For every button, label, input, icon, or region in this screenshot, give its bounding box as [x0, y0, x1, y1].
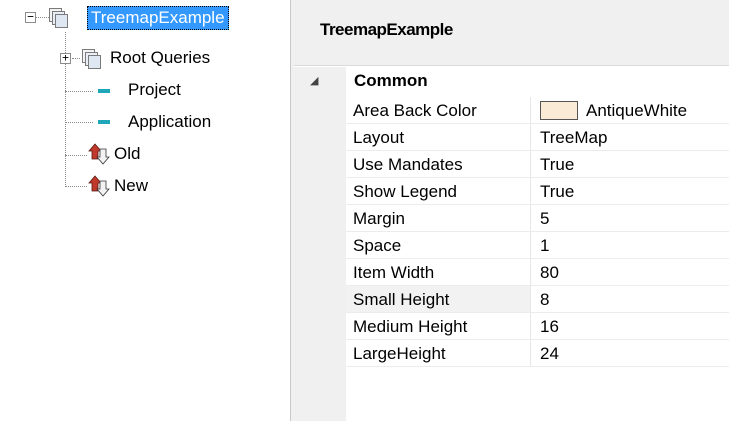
tree-node-label: Old — [114, 144, 141, 163]
up-down-arrows-icon — [88, 143, 110, 165]
property-panel: TreemapExample ◢ Common Area Back Color … — [294, 0, 729, 421]
tree-connector — [65, 122, 93, 123]
property-row-area-back-color[interactable]: Area Back Color AntiqueWhite — [346, 97, 729, 124]
root-queries-expand-toggle[interactable]: + — [60, 51, 71, 64]
teal-dash-icon — [98, 120, 110, 124]
property-row-space[interactable]: Space 1 — [346, 232, 729, 259]
property-row-large-height[interactable]: LargeHeight 24 — [346, 340, 729, 367]
property-row-show-legend[interactable]: Show Legend True — [346, 178, 729, 205]
property-panel-title: TreemapExample — [320, 20, 453, 39]
minus-icon: − — [27, 10, 34, 23]
tree-node-label: Project — [128, 80, 181, 99]
property-value[interactable]: TreeMap — [531, 124, 729, 151]
property-value[interactable]: 5 — [531, 205, 729, 232]
property-panel-header: TreemapExample — [294, 0, 729, 66]
property-name: Margin — [346, 205, 531, 232]
property-value[interactable]: True — [531, 178, 729, 205]
teal-dash-icon — [98, 89, 110, 93]
property-value[interactable]: 24 — [531, 340, 729, 367]
category-label: Common — [354, 71, 428, 90]
property-name: Space — [346, 232, 531, 259]
property-row-layout[interactable]: Layout TreeMap — [346, 124, 729, 151]
property-value[interactable]: 80 — [531, 259, 729, 286]
tree-connector — [65, 186, 87, 187]
tree-connector — [72, 58, 80, 59]
property-name: Item Width — [346, 259, 531, 286]
category-common[interactable]: ◢ Common — [294, 67, 729, 97]
property-value[interactable]: 16 — [531, 313, 729, 340]
property-row-use-mandates[interactable]: Use Mandates True — [346, 151, 729, 178]
tree-node-label: New — [114, 176, 149, 195]
tree-connector — [65, 91, 93, 92]
property-name: Layout — [346, 124, 531, 151]
documents-icon — [82, 49, 101, 69]
tree-node-label: Root Queries — [110, 48, 211, 67]
root-collapse-toggle[interactable]: − — [25, 10, 36, 23]
tree-node-label: TreemapExample — [87, 6, 229, 30]
property-value[interactable]: 1 — [531, 232, 729, 259]
collapse-triangle-icon[interactable]: ◢ — [310, 74, 318, 87]
property-name: Area Back Color — [346, 97, 531, 124]
tree-connector — [35, 17, 49, 18]
property-value[interactable]: 8 — [531, 286, 729, 313]
property-value-text: AntiqueWhite — [586, 101, 688, 120]
tree-connector — [65, 155, 87, 156]
property-row-small-height[interactable]: Small Height 8 — [346, 286, 729, 313]
property-row-medium-height[interactable]: Medium Height 16 — [346, 313, 729, 340]
property-name: Medium Height — [346, 313, 531, 340]
up-down-arrows-icon — [88, 175, 110, 197]
property-name: Use Mandates — [346, 151, 531, 178]
category-gutter — [294, 67, 346, 421]
property-row-item-width[interactable]: Item Width 80 — [346, 259, 729, 286]
color-swatch — [540, 101, 578, 121]
plus-icon: + — [62, 51, 69, 64]
property-value[interactable]: AntiqueWhite — [531, 97, 729, 124]
property-row-margin[interactable]: Margin 5 — [346, 205, 729, 232]
property-name: LargeHeight — [346, 340, 531, 367]
documents-icon — [49, 8, 68, 28]
property-name: Small Height — [346, 286, 531, 313]
object-tree: − TreemapExample + Root Queries Project … — [0, 0, 290, 421]
property-name: Show Legend — [346, 178, 531, 205]
tree-node-label: Application — [128, 112, 212, 131]
property-value[interactable]: True — [531, 151, 729, 178]
